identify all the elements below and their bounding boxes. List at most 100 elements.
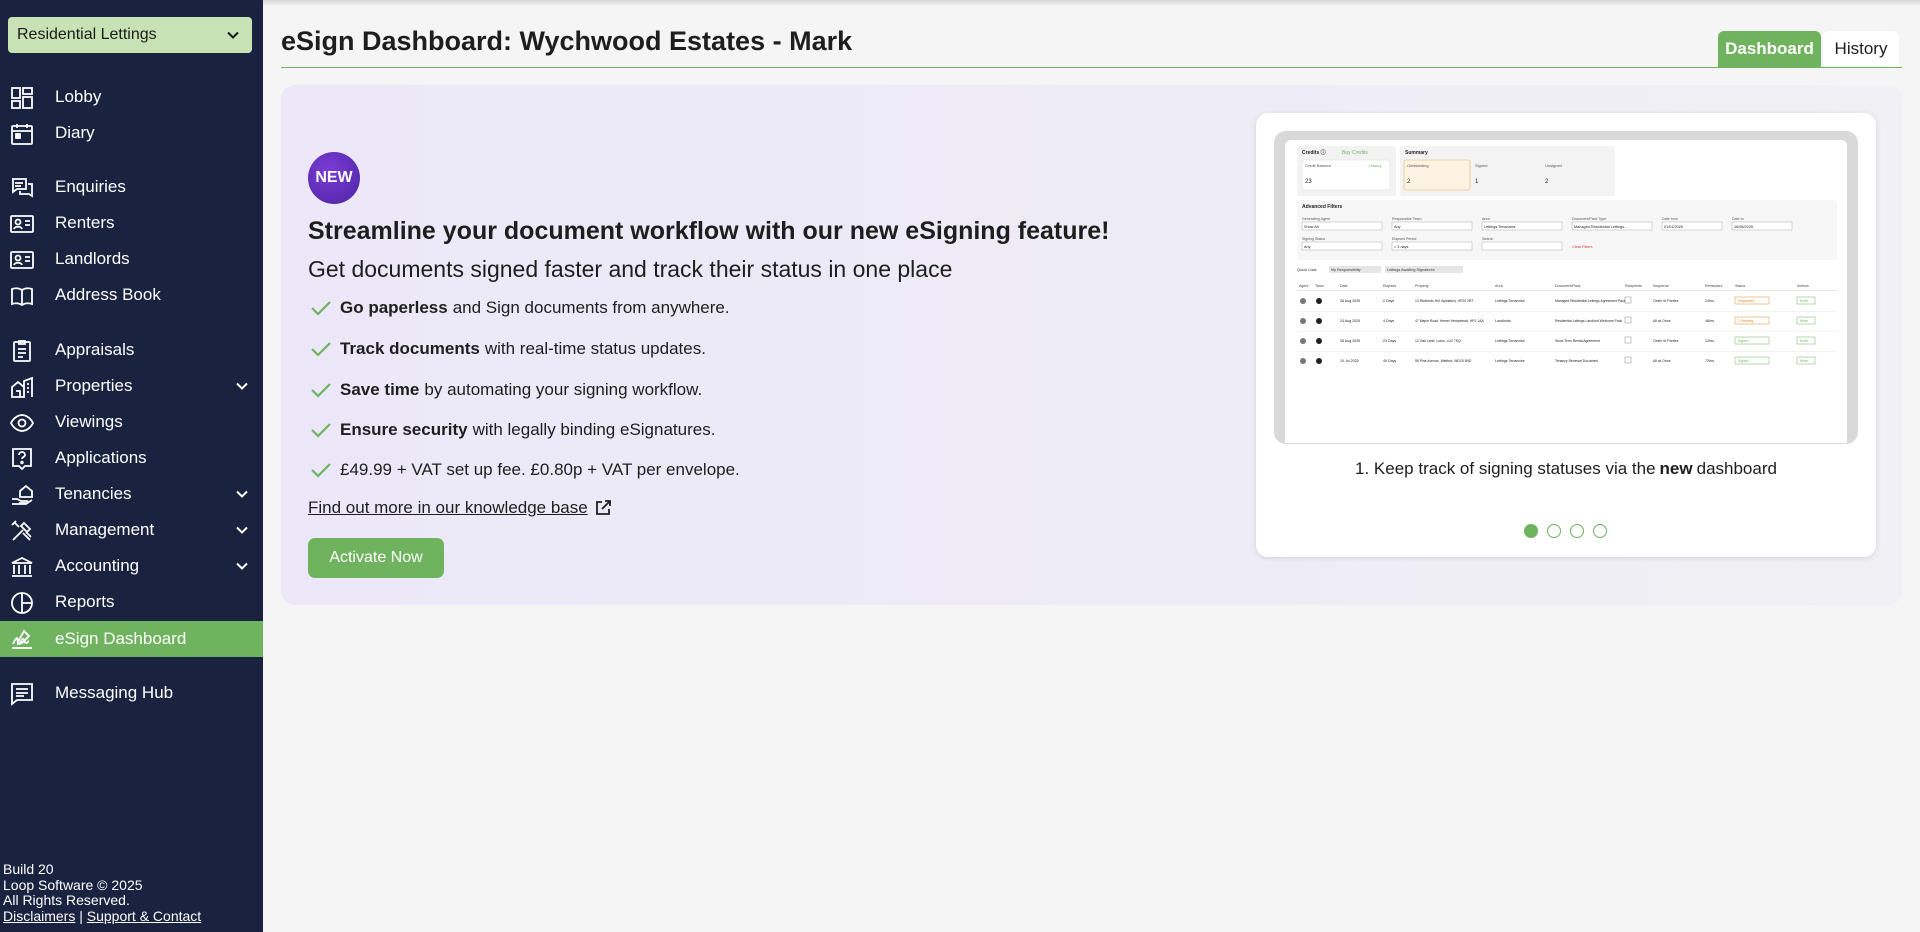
sidebar-item-applications[interactable]: Applications bbox=[0, 440, 263, 476]
preview-summary-header: Outstanding bbox=[1407, 163, 1429, 168]
chevron-down-icon bbox=[227, 31, 239, 39]
sidebar-item-esign-dashboard[interactable]: eSign Dashboard bbox=[0, 621, 263, 657]
checkmark-icon bbox=[311, 342, 331, 357]
eye-icon bbox=[10, 414, 34, 432]
sidebar-item-label: Applications bbox=[55, 448, 147, 467]
branch-select[interactable]: Residential Lettings bbox=[8, 17, 252, 53]
sidebar-item-label: Diary bbox=[55, 123, 95, 142]
caption-bold: new bbox=[1659, 459, 1693, 478]
clipboard-icon bbox=[13, 340, 31, 362]
signature-icon bbox=[12, 629, 32, 649]
preview-cell-status: Requested bbox=[1738, 299, 1755, 303]
preview-quick-list: My Responsibility bbox=[1331, 268, 1361, 272]
carousel-dot-2[interactable] bbox=[1547, 524, 1561, 538]
preview-cell-sequence: All at Once bbox=[1653, 319, 1671, 323]
benefit-bold: Save time bbox=[340, 380, 420, 399]
preview-agent-avatar bbox=[1300, 318, 1306, 324]
preview-cell-reminders: 48hrs bbox=[1705, 319, 1714, 323]
buildings-icon bbox=[11, 376, 33, 398]
tab-history[interactable]: History bbox=[1823, 31, 1899, 67]
preview-summary-header: Unsigned bbox=[1545, 163, 1562, 168]
knowledge-base-link-label: Find out more in our knowledge base bbox=[308, 498, 588, 517]
carousel-dot-4[interactable] bbox=[1593, 524, 1607, 538]
preview-cell-reminders: 12hrs bbox=[1705, 339, 1714, 343]
preview-summary-header: Signed bbox=[1475, 163, 1487, 168]
preview-agent-avatar bbox=[1300, 338, 1306, 344]
support-link[interactable]: Support & Contact bbox=[87, 908, 201, 924]
chevron-down-icon[interactable] bbox=[235, 559, 249, 573]
sidebar-item-enquiries[interactable]: Enquiries bbox=[0, 169, 263, 205]
rights-reserved: All Rights Reserved. bbox=[3, 892, 130, 908]
build-number: Build 20 bbox=[3, 861, 54, 877]
sidebar-item-diary[interactable]: Diary bbox=[0, 115, 263, 151]
sidebar-item-label: Properties bbox=[55, 376, 133, 395]
carousel-dot-1[interactable] bbox=[1524, 524, 1538, 538]
sidebar-item-viewings[interactable]: Viewings bbox=[0, 404, 263, 440]
preview-credit-balance-label: Credit Balance bbox=[1305, 163, 1332, 168]
chevron-down-icon[interactable] bbox=[235, 487, 249, 501]
caption-after: dashboard bbox=[1696, 459, 1777, 478]
preview-credit-balance: 23 bbox=[1305, 179, 1312, 185]
preview-cell-document: Short-Term Rental Agreement bbox=[1555, 339, 1600, 343]
sidebar-item-accounting[interactable]: Accounting bbox=[0, 548, 263, 584]
disclaimers-link[interactable]: Disclaimers bbox=[3, 908, 75, 924]
sidebar-footer: Build 20 Loop Software © 2025 All Rights… bbox=[3, 861, 201, 924]
preview-filter-value: Lettings Tenancies bbox=[1484, 225, 1515, 229]
preview-cell-document: Managed Residential Lettings Agreement P… bbox=[1555, 299, 1626, 303]
sidebar-item-label: Enquiries bbox=[55, 177, 126, 196]
sidebar-item-management[interactable]: Management bbox=[0, 512, 263, 548]
sidebar-item-label: Renters bbox=[55, 213, 115, 232]
sidebar-item-reports[interactable]: Reports bbox=[0, 584, 263, 620]
tab-dashboard[interactable]: Dashboard bbox=[1718, 31, 1821, 67]
new-badge: NEW bbox=[308, 152, 360, 204]
preview-table-header: Reminders bbox=[1705, 284, 1723, 288]
sidebar-item-tenancies[interactable]: Tenancies bbox=[0, 476, 263, 512]
sidebar-item-landlords[interactable]: Landlords bbox=[0, 241, 263, 277]
promo-headline: Streamline your document workflow with o… bbox=[308, 217, 1110, 245]
preview-cell-action: More bbox=[1800, 359, 1808, 363]
benefit-item-pricing: £49.99 + VAT set up fee. £0.80p + VAT pe… bbox=[308, 458, 740, 482]
sidebar-item-properties[interactable]: Properties bbox=[0, 368, 263, 404]
knowledge-base-link[interactable]: Find out more in our knowledge base bbox=[308, 498, 612, 518]
benefit-bold: Go paperless bbox=[340, 298, 448, 317]
caption-before: 1. Keep track of signing statuses via th… bbox=[1355, 459, 1656, 478]
preview-filter-label: Document/Pack Type bbox=[1572, 217, 1606, 221]
preview-recipients-badge bbox=[1624, 296, 1632, 304]
sidebar-item-label: Tenancies bbox=[55, 484, 132, 503]
preview-agent-avatar bbox=[1300, 298, 1306, 304]
preview-table-header: Sequence bbox=[1653, 284, 1669, 288]
sidebar-item-label: Address Book bbox=[55, 285, 161, 304]
preview-cell-document: Residential Lettings Landlord Welcome Pa… bbox=[1555, 319, 1623, 323]
benefit-item: Go paperless and Sign documents from any… bbox=[308, 296, 730, 320]
preview-cell-property: 12 Oak Lane, Luton, LU2 7SQ bbox=[1415, 339, 1461, 343]
benefit-item: Save time by automating your signing wor… bbox=[308, 378, 702, 402]
footer-separator: | bbox=[79, 907, 83, 924]
preview-filter-value: 01/01/2025 bbox=[1664, 225, 1683, 229]
preview-table-header: Elapsed bbox=[1383, 284, 1396, 288]
preview-filter-label: Elapsed Period bbox=[1392, 237, 1416, 241]
sidebar-item-address-book[interactable]: Address Book bbox=[0, 277, 263, 313]
top-shadow bbox=[263, 0, 1920, 6]
activate-now-button[interactable]: Activate Now bbox=[308, 538, 444, 578]
sidebar-item-renters[interactable]: Renters bbox=[0, 205, 263, 241]
sidebar-item-label: Accounting bbox=[55, 556, 140, 575]
preview-buy-credits: Buy Credits bbox=[1342, 150, 1368, 156]
preview-cell-elapsed: 49 Days bbox=[1383, 359, 1396, 363]
preview-cell-elapsed: 2 Days bbox=[1383, 299, 1394, 303]
preview-cell-area: Landlords bbox=[1495, 319, 1511, 323]
preview-agent-avatar bbox=[1300, 358, 1306, 364]
benefit-item: Track documents with real-time status up… bbox=[308, 337, 706, 361]
preview-cell-property: 58 Pine Avenue, Watford, WD18 5ND bbox=[1415, 359, 1472, 363]
preview-filter-value: > 3 days bbox=[1394, 245, 1409, 249]
sidebar-item-lobby[interactable]: Lobby bbox=[0, 79, 263, 115]
sidebar: Residential Lettings Lobby Diary Enquiri… bbox=[0, 0, 263, 932]
chevron-down-icon[interactable] bbox=[235, 379, 249, 393]
preview-cell-area: Lettings Tenancies bbox=[1495, 359, 1525, 363]
preview-cell-sequence: Order of Parties bbox=[1653, 339, 1679, 343]
benefit-text: with real-time status updates. bbox=[484, 339, 706, 358]
chevron-down-icon[interactable] bbox=[235, 523, 249, 537]
sidebar-item-appraisals[interactable]: Appraisals bbox=[0, 332, 263, 368]
preview-cell-action: More bbox=[1800, 319, 1808, 323]
carousel-dot-3[interactable] bbox=[1570, 524, 1584, 538]
sidebar-item-messaging-hub[interactable]: Messaging Hub bbox=[0, 675, 263, 711]
